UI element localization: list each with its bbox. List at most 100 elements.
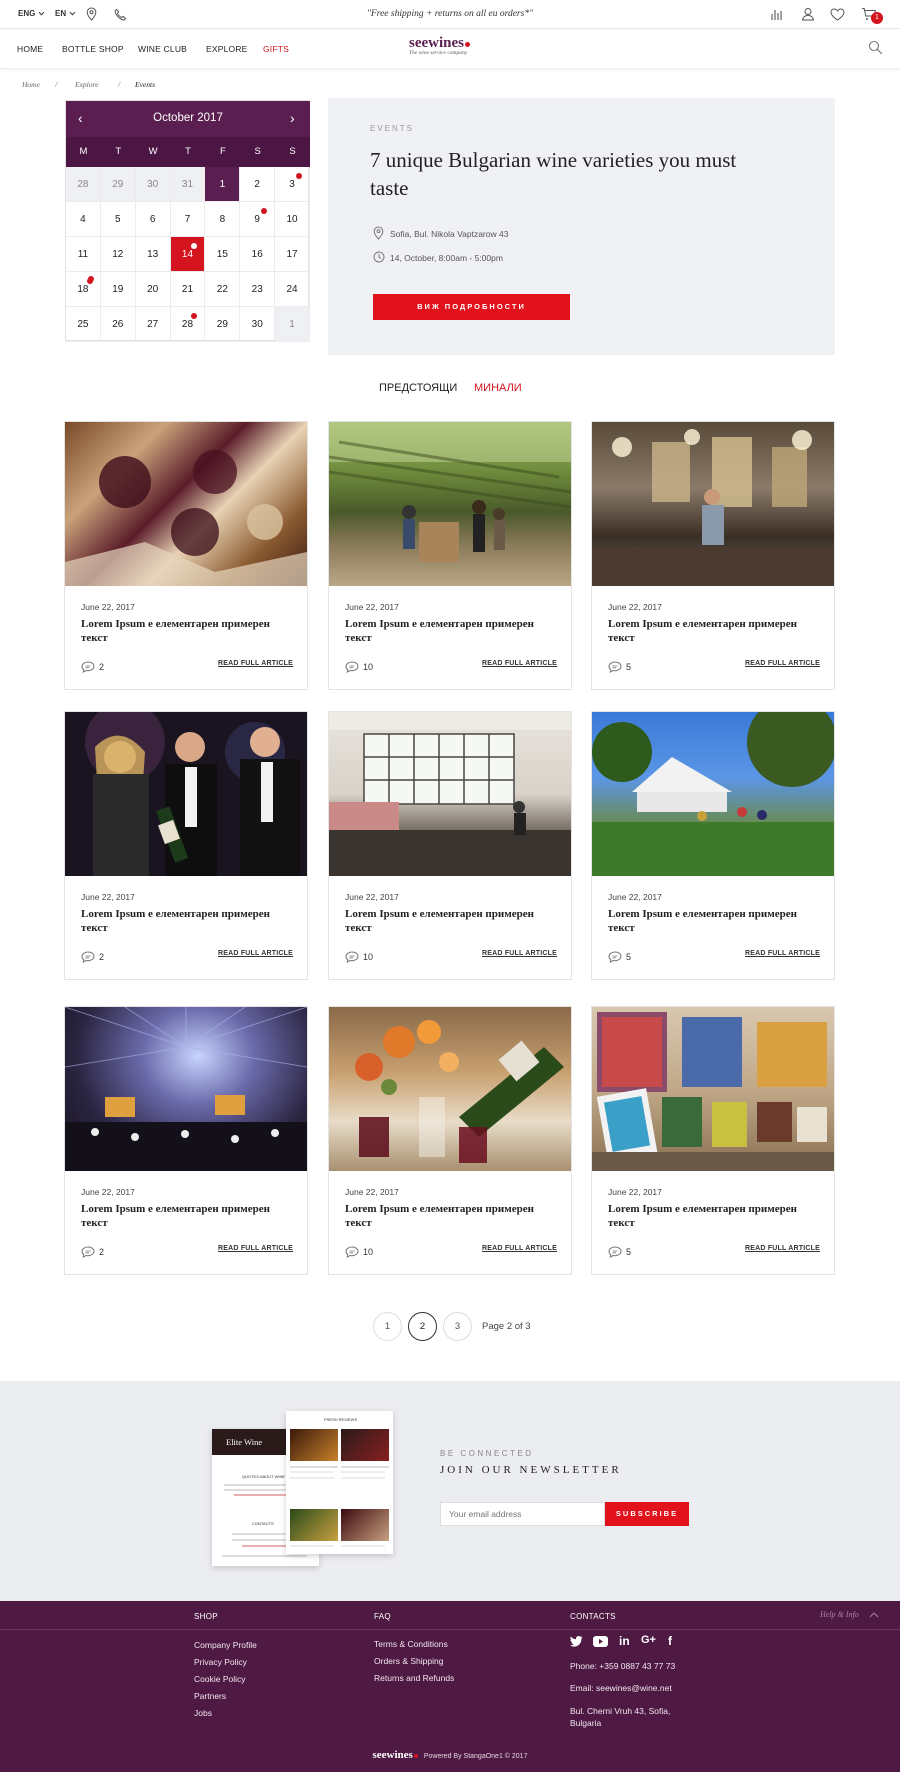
footer-link[interactable]: Cookie Policy xyxy=(194,1674,246,1684)
article-title[interactable]: Lorem Ipsum е елементарен примерен текст xyxy=(608,617,823,645)
calendar-day[interactable]: 26 xyxy=(100,307,136,342)
calendar-day[interactable]: 20 xyxy=(135,272,171,307)
footer-link[interactable]: Terms & Conditions xyxy=(374,1639,448,1649)
calendar-day[interactable]: 31 xyxy=(170,167,206,202)
article-image[interactable] xyxy=(329,1007,571,1171)
calendar-day[interactable]: 15 xyxy=(205,237,241,272)
page-1-button[interactable]: 1 xyxy=(373,1312,402,1341)
read-full-article-link[interactable]: READ FULL ARTICLE xyxy=(218,1245,293,1252)
linkedin-icon[interactable]: in xyxy=(619,1634,630,1648)
calendar-day[interactable]: 30 xyxy=(240,307,276,342)
read-full-article-link[interactable]: READ FULL ARTICLE xyxy=(745,950,820,957)
calendar-day[interactable]: 6 xyxy=(135,202,171,237)
article-title[interactable]: Lorem Ipsum е елементарен примерен текст xyxy=(608,1202,823,1230)
calendar-day[interactable]: 7 xyxy=(170,202,206,237)
article-image[interactable] xyxy=(329,422,571,586)
article-image[interactable] xyxy=(65,1007,307,1171)
read-full-article-link[interactable]: READ FULL ARTICLE xyxy=(482,1245,557,1252)
chevron-up-icon[interactable] xyxy=(869,1611,879,1618)
article-card[interactable]: June 22, 2017 Lorem Ipsum е елементарен … xyxy=(328,711,572,980)
read-full-article-link[interactable]: READ FULL ARTICLE xyxy=(482,950,557,957)
calendar-day[interactable]: 2 xyxy=(240,167,276,202)
compare-bars-icon[interactable] xyxy=(770,8,784,21)
read-full-article-link[interactable]: READ FULL ARTICLE xyxy=(482,660,557,667)
read-full-article-link[interactable]: READ FULL ARTICLE xyxy=(218,950,293,957)
article-title[interactable]: Lorem Ipsum е елементарен примерен текст xyxy=(81,907,296,935)
calendar-day-current[interactable]: 1 xyxy=(205,167,241,202)
article-image[interactable] xyxy=(65,422,307,586)
tab-upcoming[interactable]: ПРЕДСТОЯЩИ xyxy=(379,382,457,394)
help-info-link[interactable]: Help & Info xyxy=(820,1610,859,1619)
footer-link[interactable]: Orders & Shipping xyxy=(374,1656,443,1666)
footer-link[interactable]: Returns and Refunds xyxy=(374,1673,454,1683)
article-card[interactable]: June 22, 2017 Lorem Ipsum е елементарен … xyxy=(591,711,835,980)
breadcrumb-explore[interactable]: Explore xyxy=(75,80,98,89)
calendar-day[interactable]: 5 xyxy=(100,202,136,237)
calendar-day-event[interactable]: 28 xyxy=(170,307,206,342)
article-card[interactable]: June 22, 2017 Lorem Ipsum е елементарен … xyxy=(64,421,308,690)
next-month-icon[interactable]: › xyxy=(290,111,295,125)
facebook-icon[interactable]: f xyxy=(668,1634,672,1648)
calendar-day-event[interactable]: 9 xyxy=(240,202,276,237)
tab-past[interactable]: МИНАЛИ xyxy=(474,382,522,394)
footer-link[interactable]: Partners xyxy=(194,1691,226,1701)
calendar-day[interactable]: 23 xyxy=(240,272,276,307)
nav-gifts[interactable]: GIFTS xyxy=(263,44,289,54)
breadcrumb-home[interactable]: Home xyxy=(22,80,40,89)
footer-link[interactable]: Privacy Policy xyxy=(194,1657,247,1667)
article-card[interactable]: June 22, 2017 Lorem Ipsum е елементарен … xyxy=(64,1006,308,1275)
calendar-day[interactable]: 28 xyxy=(66,167,101,202)
read-full-article-link[interactable]: READ FULL ARTICLE xyxy=(745,660,820,667)
footer-link[interactable]: Jobs xyxy=(194,1708,212,1718)
calendar-day-event[interactable]: 18 xyxy=(66,272,101,307)
search-icon[interactable] xyxy=(868,40,883,55)
page-3-button[interactable]: 3 xyxy=(443,1312,472,1341)
nav-home[interactable]: HOME xyxy=(17,44,43,54)
calendar-day[interactable]: 22 xyxy=(205,272,241,307)
user-icon[interactable] xyxy=(801,7,815,21)
footer-email[interactable]: Email: seewines@wine.net xyxy=(570,1683,672,1693)
calendar-day[interactable]: 16 xyxy=(240,237,276,272)
calendar-day[interactable]: 8 xyxy=(205,202,241,237)
article-image[interactable] xyxy=(329,712,571,876)
calendar-day[interactable]: 29 xyxy=(100,167,136,202)
article-card[interactable]: June 22, 2017 Lorem Ipsum е елементарен … xyxy=(64,711,308,980)
calendar-day[interactable]: 10 xyxy=(275,202,310,237)
calendar-day[interactable]: 1 xyxy=(275,307,310,342)
calendar-day[interactable]: 19 xyxy=(100,272,136,307)
calendar-day[interactable]: 13 xyxy=(135,237,171,272)
article-card[interactable]: June 22, 2017 Lorem Ipsum е елементарен … xyxy=(591,1006,835,1275)
article-card[interactable]: June 22, 2017 Lorem Ipsum е елементарен … xyxy=(328,421,572,690)
google-plus-icon[interactable]: G+ xyxy=(641,1634,656,1646)
calendar-day[interactable]: 29 xyxy=(205,307,241,342)
article-title[interactable]: Lorem Ipsum е елементарен примерен текст xyxy=(608,907,823,935)
heart-icon[interactable] xyxy=(830,8,845,21)
article-title[interactable]: Lorem Ipsum е елементарен примерен текст xyxy=(345,907,560,935)
calendar-day[interactable]: 12 xyxy=(100,237,136,272)
read-full-article-link[interactable]: READ FULL ARTICLE xyxy=(745,1245,820,1252)
view-details-button[interactable]: ВИЖ ПОДРОБНОСТИ xyxy=(373,294,570,320)
calendar-day[interactable]: 21 xyxy=(170,272,206,307)
article-title[interactable]: Lorem Ipsum е елементарен примерен текст xyxy=(345,617,560,645)
nav-explore[interactable]: EXPLORE xyxy=(206,44,248,54)
article-image[interactable] xyxy=(592,1007,834,1171)
article-image[interactable] xyxy=(65,712,307,876)
subscribe-button[interactable]: SUBSCRIBE xyxy=(605,1502,689,1526)
footer-logo[interactable]: seewines xyxy=(373,1749,413,1761)
email-field[interactable] xyxy=(440,1502,605,1526)
calendar-day-selected[interactable]: 14 xyxy=(170,237,206,272)
article-card[interactable]: June 22, 2017 Lorem Ipsum е елементарен … xyxy=(591,421,835,690)
footer-link[interactable]: Company Profile xyxy=(194,1640,257,1650)
article-image[interactable] xyxy=(592,712,834,876)
page-2-button[interactable]: 2 xyxy=(408,1312,437,1341)
calendar-day[interactable]: 27 xyxy=(135,307,171,342)
calendar-day[interactable]: 30 xyxy=(135,167,171,202)
nav-bottle-shop[interactable]: BOTTLE SHOP xyxy=(62,44,124,54)
youtube-icon[interactable] xyxy=(593,1636,608,1647)
calendar-day[interactable]: 24 xyxy=(275,272,310,307)
article-title[interactable]: Lorem Ipsum е елементарен примерен текст xyxy=(81,1202,296,1230)
twitter-icon[interactable] xyxy=(570,1636,583,1647)
article-card[interactable]: June 22, 2017 Lorem Ipsum е елементарен … xyxy=(328,1006,572,1275)
calendar-day[interactable]: 4 xyxy=(66,202,101,237)
calendar-day[interactable]: 11 xyxy=(66,237,101,272)
